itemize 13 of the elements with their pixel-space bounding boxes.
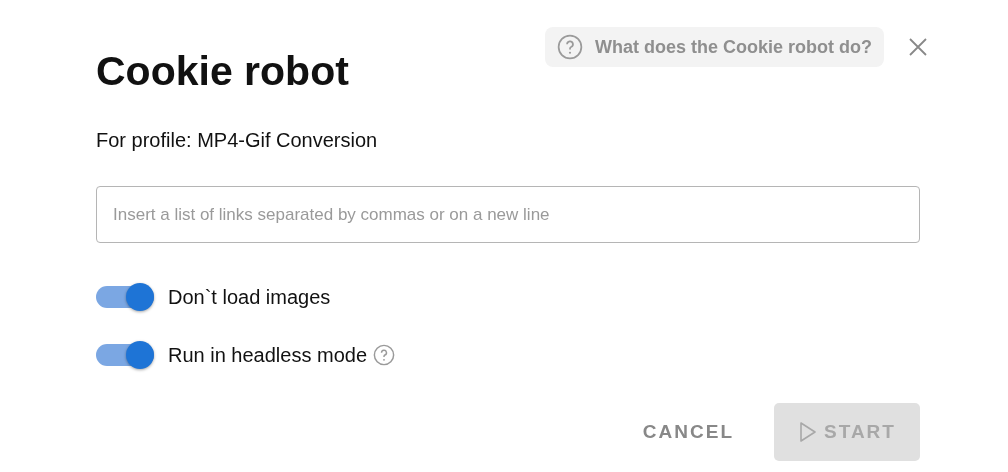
option-label: Don`t load images: [168, 285, 331, 309]
toggle-switch[interactable]: [96, 286, 154, 308]
toggle-switch[interactable]: [96, 344, 154, 366]
option-label: Run in headless mode: [168, 343, 367, 367]
dialog-title: Cookie robot: [96, 49, 350, 93]
profile-label: For profile: MP4-Gif Conversion: [96, 129, 379, 152]
help-icon: [557, 34, 583, 60]
help-icon: [373, 344, 395, 366]
links-input-field[interactable]: Insert a list of links separated by commas or on a new line: [96, 186, 920, 243]
cancel-button[interactable]: CANCEL: [636, 420, 740, 444]
play-icon: [798, 421, 819, 443]
close-icon[interactable]: [908, 37, 928, 57]
help-link[interactable]: What does the Cookie robot do?: [545, 27, 884, 67]
